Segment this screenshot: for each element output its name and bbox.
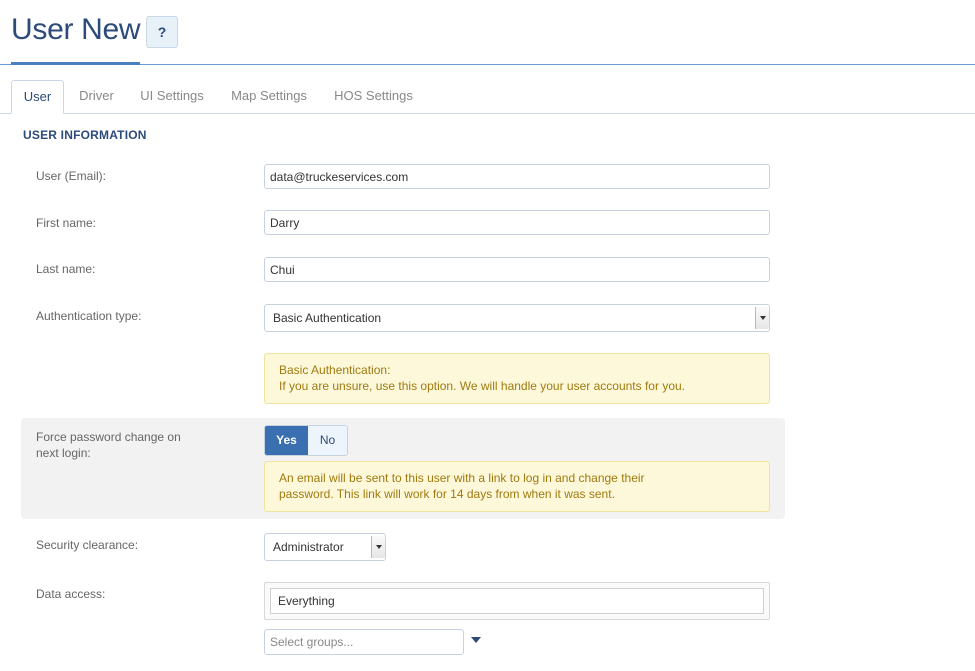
auth-type-select[interactable]: Basic Authentication [264, 304, 770, 332]
force-note-line1: An email will be sent to this user with … [279, 471, 645, 485]
chevron-down-icon [755, 307, 769, 329]
security-clearance-select[interactable]: Administrator [264, 533, 386, 561]
last-name-field[interactable] [264, 257, 770, 282]
title-row: User New ? [0, 0, 975, 66]
auth-type-value: Basic Authentication [273, 311, 382, 325]
title-divider [0, 64, 975, 65]
chevron-down-icon [371, 536, 385, 558]
tab-map-settings[interactable]: Map Settings [222, 80, 316, 114]
force-password-toggle: Yes No [264, 425, 348, 456]
tab-bar: User Driver UI Settings Map Settings HOS… [11, 80, 975, 114]
data-access-label: Data access: [36, 587, 106, 601]
help-button[interactable]: ? [146, 16, 178, 48]
first-name-label: First name: [36, 216, 97, 230]
section-title: USER INFORMATION [23, 128, 147, 142]
last-name-label: Last name: [36, 262, 96, 276]
auth-note-title: Basic Authentication: [279, 363, 391, 377]
first-name-field[interactable] [264, 210, 770, 235]
data-access-box: Everything [264, 582, 770, 620]
force-note-line2: password. This link will work for 14 day… [279, 487, 615, 501]
tab-ui-settings[interactable]: UI Settings [131, 80, 213, 114]
tab-driver[interactable]: Driver [68, 80, 125, 114]
tab-hos-settings[interactable]: HOS Settings [326, 80, 421, 114]
auth-type-label: Authentication type: [36, 309, 142, 323]
groups-input[interactable]: Select groups... [264, 629, 464, 655]
security-clearance-label: Security clearance: [36, 538, 139, 552]
tab-user[interactable]: User [11, 80, 64, 114]
force-password-label-line1: Force password change on [36, 430, 181, 444]
force-password-label: Force password change on next login: [36, 429, 181, 461]
security-clearance-value: Administrator [273, 540, 344, 554]
auth-note-body: If you are unsure, use this option. We w… [279, 379, 685, 393]
caret-down-icon[interactable] [471, 637, 481, 643]
force-password-label-line2: next login: [36, 446, 91, 460]
yes-button[interactable]: Yes [265, 426, 308, 455]
force-password-note: An email will be sent to this user with … [264, 461, 770, 512]
no-button[interactable]: No [308, 426, 347, 455]
email-label: User (Email): [36, 169, 107, 183]
title-underline [11, 62, 140, 65]
page-title: User New [11, 13, 141, 46]
email-field[interactable] [264, 164, 770, 189]
auth-type-note: Basic Authentication: If you are unsure,… [264, 353, 770, 404]
data-access-value[interactable]: Everything [270, 588, 764, 614]
